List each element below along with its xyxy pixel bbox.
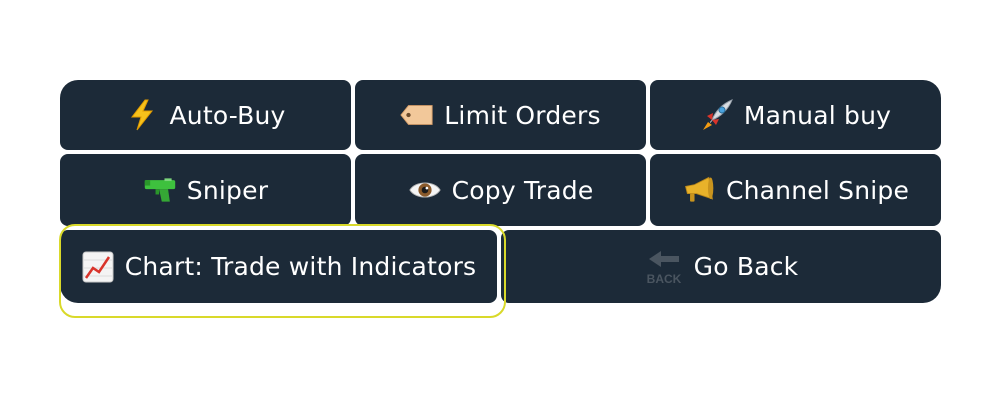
back-icon-text: BACK [646,272,681,286]
limit-orders-button[interactable]: Limit Orders [355,80,646,150]
channel-snipe-label: Channel Snipe [725,175,910,205]
eye-icon [408,173,442,207]
chart-trade-with-indicators-label: Chart: Trade with Indicators [124,252,477,281]
manual-buy-label: Manual buy [743,100,892,130]
back-arrow-icon: BACK [644,248,684,286]
keyboard-row-3: Chart: Trade with Indicators BACK Go Bac… [60,230,941,303]
auto-buy-label: Auto-Buy [169,100,286,130]
water-pistol-icon [143,173,177,207]
go-back-button[interactable]: BACK Go Back [501,230,941,303]
limit-orders-label: Limit Orders [444,100,601,130]
sniper-label: Sniper [186,175,269,205]
channel-snipe-button[interactable]: Channel Snipe [650,154,941,226]
chart-trade-with-indicators-button[interactable]: Chart: Trade with Indicators [60,230,497,303]
copy-trade-button[interactable]: Copy Trade [355,154,646,226]
go-back-label: Go Back [693,252,799,281]
price-tag-icon [400,98,434,132]
manual-buy-button[interactable]: Manual buy [650,80,941,150]
chart-increasing-icon [81,250,115,284]
sniper-button[interactable]: Sniper [60,154,351,226]
megaphone-icon [682,173,716,207]
rocket-icon [700,98,734,132]
auto-buy-button[interactable]: Auto-Buy [60,80,351,150]
keyboard-row-2: Sniper Copy Trade Channel Snipe [60,154,941,226]
copy-trade-label: Copy Trade [451,175,594,205]
inline-keyboard: Auto-Buy Limit Orders Manual buy Sniper … [60,80,941,303]
keyboard-row-1: Auto-Buy Limit Orders Manual buy [60,80,941,150]
lightning-icon [125,98,159,132]
